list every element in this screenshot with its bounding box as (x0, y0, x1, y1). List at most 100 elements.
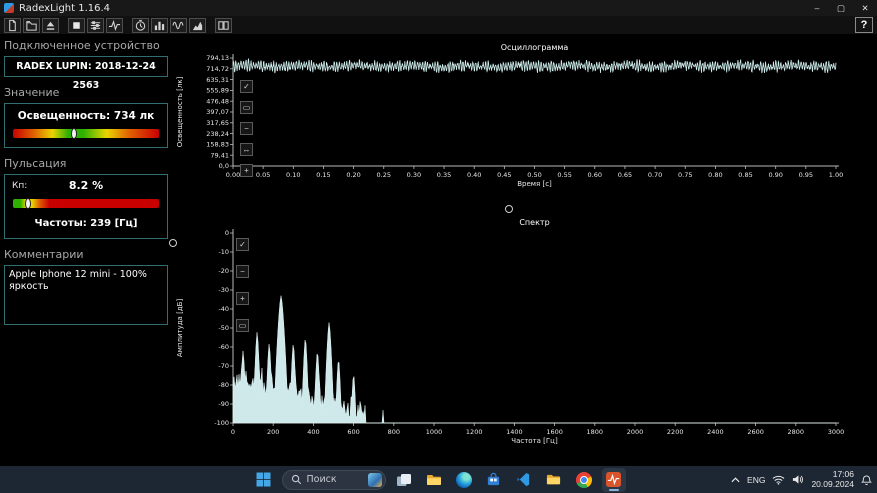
close-button[interactable]: ✕ (853, 0, 877, 16)
spec-zoom-in-button[interactable]: + (236, 292, 249, 305)
volume-button[interactable] (792, 474, 804, 485)
folder-icon (546, 472, 561, 487)
comment-input[interactable]: Apple Iphone 12 mini - 100% яркость (4, 265, 168, 325)
folder-app-button[interactable] (542, 468, 566, 492)
spec-frame-button[interactable]: ▭ (236, 319, 249, 332)
svg-text:0.05: 0.05 (256, 171, 270, 179)
spec-zoom-out-button[interactable]: − (236, 265, 249, 278)
search-highlight-thumbnail (368, 473, 382, 487)
kp-value: 8.2 % (11, 179, 161, 192)
search-placeholder: Поиск (307, 474, 363, 485)
svg-text:Амплитуда [дБ]: Амплитуда [дБ] (176, 299, 184, 358)
svg-text:600: 600 (347, 428, 359, 436)
minimize-button[interactable]: – (805, 0, 829, 16)
svg-text:Осциллограмма: Осциллограмма (501, 43, 569, 52)
svg-text:79,41: 79,41 (210, 151, 229, 159)
pulsation-box: Кп: 8.2 % Частоты: 239 [Гц] (4, 174, 168, 239)
edge-button[interactable] (452, 468, 476, 492)
help-button[interactable]: ? (855, 17, 873, 33)
export-button[interactable] (42, 18, 59, 33)
settings-button[interactable] (87, 18, 104, 33)
spectrum-view-button[interactable] (189, 18, 206, 33)
task-view-button[interactable] (392, 468, 416, 492)
language-indicator[interactable]: ENG (747, 475, 765, 485)
svg-text:2800: 2800 (788, 428, 805, 436)
osc-select-button[interactable]: ✓ (240, 80, 253, 93)
spec-select-button[interactable]: ✓ (236, 238, 249, 251)
pulsation-scale (13, 199, 159, 208)
split-view-button[interactable] (215, 18, 232, 33)
svg-text:0.00: 0.00 (226, 171, 240, 179)
taskbar-search[interactable]: Поиск (282, 470, 386, 490)
charts-canvas[interactable]: 794,13714,72635,31555,89476,48397,07317,… (172, 34, 877, 466)
svg-text:-40: -40 (218, 305, 229, 313)
app-icon (4, 3, 14, 13)
title-bar: RadexLight 1.16.4 – ▢ ✕ (0, 0, 877, 16)
store-button[interactable] (482, 468, 506, 492)
maximize-button[interactable]: ▢ (829, 0, 853, 16)
svg-text:Частота [Гц]: Частота [Гц] (511, 437, 558, 445)
osc-frame-button[interactable]: ▭ (240, 101, 253, 114)
bar-chart-icon (153, 19, 166, 32)
svg-text:0: 0 (231, 428, 235, 436)
main-toolbar: ? (0, 16, 877, 34)
pulse-mode-button[interactable] (106, 18, 123, 33)
code-app-button[interactable] (512, 468, 536, 492)
panel-splitter-handle[interactable] (169, 239, 177, 247)
illuminance-scale (13, 129, 159, 138)
radexlight-icon (606, 472, 621, 487)
pulse-icon (108, 19, 121, 32)
clock-icon (134, 19, 147, 32)
osc-zoom-in-button[interactable]: + (240, 164, 253, 177)
svg-text:-70: -70 (218, 362, 229, 370)
svg-text:-30: -30 (218, 286, 229, 294)
svg-text:0.80: 0.80 (708, 171, 722, 179)
stop-measure-button[interactable] (68, 18, 85, 33)
svg-text:1200: 1200 (466, 428, 483, 436)
open-file-button[interactable] (23, 18, 40, 33)
histogram-view-button[interactable] (151, 18, 168, 33)
timer-mode-button[interactable] (132, 18, 149, 33)
open-report-button[interactable] (4, 18, 21, 33)
taskbar-center-group: Поиск (252, 468, 626, 492)
svg-text:0.15: 0.15 (316, 171, 330, 179)
radexlight-taskbar-button[interactable] (602, 468, 626, 492)
chrome-button[interactable] (572, 468, 596, 492)
svg-text:-50: -50 (218, 324, 229, 332)
search-icon (291, 474, 302, 485)
window-title: RadexLight 1.16.4 (19, 3, 110, 14)
svg-text:0.75: 0.75 (678, 171, 692, 179)
svg-text:555,89: 555,89 (206, 87, 229, 95)
svg-text:3000: 3000 (828, 428, 845, 436)
code-app-icon (516, 472, 531, 487)
svg-text:0.50: 0.50 (527, 171, 541, 179)
svg-text:-90: -90 (218, 400, 229, 408)
svg-text:1600: 1600 (546, 428, 563, 436)
svg-text:-60: -60 (218, 343, 229, 351)
svg-text:1000: 1000 (426, 428, 443, 436)
notifications-button[interactable] (861, 474, 872, 486)
comments-heading: Комментарии (4, 248, 168, 261)
svg-text:0.40: 0.40 (467, 171, 481, 179)
svg-text:158,83: 158,83 (206, 141, 229, 149)
osc-pan-button[interactable]: ↔ (240, 143, 253, 156)
pulsation-marker (25, 198, 31, 209)
pulsation-gradient-bar (13, 199, 159, 208)
svg-text:Освещенность [лк]: Освещенность [лк] (176, 76, 184, 147)
file-explorer-button[interactable] (422, 468, 446, 492)
osc-zoom-out-button[interactable]: − (240, 122, 253, 135)
svg-text:714,72: 714,72 (206, 65, 229, 73)
frequency-value: Частоты: 239 [Гц] (11, 218, 161, 229)
folder-open-icon (25, 19, 38, 32)
chart-splitter-handle[interactable] (505, 205, 513, 213)
oscillogram-view-button[interactable] (170, 18, 187, 33)
tray-chevron-button[interactable] (731, 477, 740, 483)
wifi-button[interactable] (772, 475, 785, 485)
svg-text:1.00: 1.00 (829, 171, 843, 179)
start-button[interactable] (252, 468, 276, 492)
taskbar-clock[interactable]: 17:06 20.09.2024 (811, 470, 854, 489)
svg-text:0.95: 0.95 (799, 171, 813, 179)
svg-text:794,13: 794,13 (206, 54, 229, 62)
svg-text:Время [с]: Время [с] (517, 180, 552, 188)
area-chart-icon (191, 19, 204, 32)
